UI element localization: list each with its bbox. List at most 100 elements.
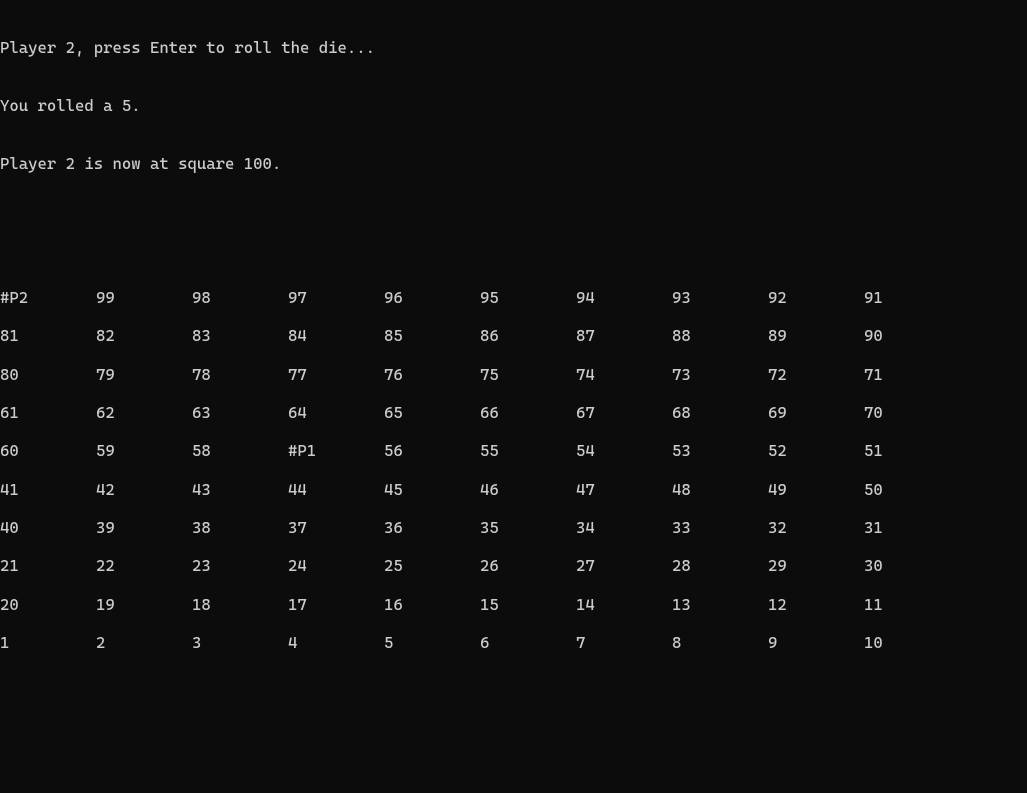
board-cell: 66	[480, 403, 576, 422]
board-cell: 93	[672, 288, 768, 307]
board-cell: 36	[384, 518, 480, 537]
board-row: 41424344454647484950	[0, 480, 1027, 499]
board-cell: 27	[576, 556, 672, 575]
board-cell: 55	[480, 441, 576, 460]
board-cell: 22	[96, 556, 192, 575]
terminal-output[interactable]: Player 2, press Enter to roll the die...…	[0, 0, 1027, 793]
board-cell: 97	[288, 288, 384, 307]
board-cell: 80	[0, 365, 96, 384]
blank-line	[0, 710, 1027, 729]
board-cell: 31	[864, 518, 960, 537]
board-cell: 7	[576, 633, 672, 652]
board-cell: 92	[768, 288, 864, 307]
board-cell: 71	[864, 365, 960, 384]
prompt-line: Player 2, press Enter to roll the die...	[0, 38, 1027, 57]
board-cell: 20	[0, 595, 96, 614]
board-cell: 83	[192, 326, 288, 345]
board-cell: 42	[96, 480, 192, 499]
blank-line	[0, 211, 1027, 230]
board-cell: 86	[480, 326, 576, 345]
board-cell: 82	[96, 326, 192, 345]
board-cell: 94	[576, 288, 672, 307]
board-cell: 81	[0, 326, 96, 345]
board-cell: 29	[768, 556, 864, 575]
board-cell: 16	[384, 595, 480, 614]
board-cell: 12	[768, 595, 864, 614]
board-cell: 48	[672, 480, 768, 499]
board-row: 605958#P1565554535251	[0, 441, 1027, 460]
board-cell: 4	[288, 633, 384, 652]
board-cell: 44	[288, 480, 384, 499]
board-cell: 39	[96, 518, 192, 537]
board-cell: 72	[768, 365, 864, 384]
board-cell: 41	[0, 480, 96, 499]
board-cell: 1	[0, 633, 96, 652]
board-cell: 26	[480, 556, 576, 575]
board-cell: 37	[288, 518, 384, 537]
board-cell: 47	[576, 480, 672, 499]
board-cell: 56	[384, 441, 480, 460]
board-cell: 9	[768, 633, 864, 652]
board-cell: 35	[480, 518, 576, 537]
board-cell: 46	[480, 480, 576, 499]
board-cell: 67	[576, 403, 672, 422]
board-cell: 15	[480, 595, 576, 614]
board-cell: 96	[384, 288, 480, 307]
board-cell: 30	[864, 556, 960, 575]
board-cell: 62	[96, 403, 192, 422]
board-cell: 64	[288, 403, 384, 422]
board-cell: 99	[96, 288, 192, 307]
board-cell: 24	[288, 556, 384, 575]
board-row: 20191817161514131211	[0, 595, 1027, 614]
game-board: #P29998979695949392918182838485868788899…	[0, 288, 1027, 653]
board-cell: 58	[192, 441, 288, 460]
board-cell: 13	[672, 595, 768, 614]
board-cell: 25	[384, 556, 480, 575]
board-cell: 51	[864, 441, 960, 460]
board-cell: 61	[0, 403, 96, 422]
board-cell: 3	[192, 633, 288, 652]
board-cell: 84	[288, 326, 384, 345]
board-cell: 40	[0, 518, 96, 537]
board-cell: 28	[672, 556, 768, 575]
board-cell: 32	[768, 518, 864, 537]
board-cell: 60	[0, 441, 96, 460]
board-cell: 53	[672, 441, 768, 460]
board-cell: 65	[384, 403, 480, 422]
board-row: 21222324252627282930	[0, 556, 1027, 575]
position-line: Player 2 is now at square 100.	[0, 154, 1027, 173]
board-cell: 85	[384, 326, 480, 345]
board-cell: 74	[576, 365, 672, 384]
board-cell: 5	[384, 633, 480, 652]
player-marker: #P1	[288, 441, 384, 460]
board-cell: 6	[480, 633, 576, 652]
board-cell: 52	[768, 441, 864, 460]
board-cell: 2	[96, 633, 192, 652]
board-cell: 59	[96, 441, 192, 460]
board-cell: 54	[576, 441, 672, 460]
board-cell: 68	[672, 403, 768, 422]
board-cell: 70	[864, 403, 960, 422]
board-cell: 38	[192, 518, 288, 537]
board-cell: 73	[672, 365, 768, 384]
roll-result-line: You rolled a 5.	[0, 96, 1027, 115]
board-cell: 95	[480, 288, 576, 307]
board-cell: 19	[96, 595, 192, 614]
board-cell: 45	[384, 480, 480, 499]
board-cell: 11	[864, 595, 960, 614]
board-cell: 91	[864, 288, 960, 307]
board-cell: 21	[0, 556, 96, 575]
board-cell: 17	[288, 595, 384, 614]
blank-line	[0, 768, 1027, 787]
board-cell: 78	[192, 365, 288, 384]
board-cell: 8	[672, 633, 768, 652]
board-cell: 69	[768, 403, 864, 422]
board-row: 80797877767574737271	[0, 365, 1027, 384]
board-row: #P2999897969594939291	[0, 288, 1027, 307]
board-cell: 50	[864, 480, 960, 499]
board-cell: 23	[192, 556, 288, 575]
board-cell: 10	[864, 633, 960, 652]
board-cell: 34	[576, 518, 672, 537]
board-row: 61626364656667686970	[0, 403, 1027, 422]
board-cell: 63	[192, 403, 288, 422]
